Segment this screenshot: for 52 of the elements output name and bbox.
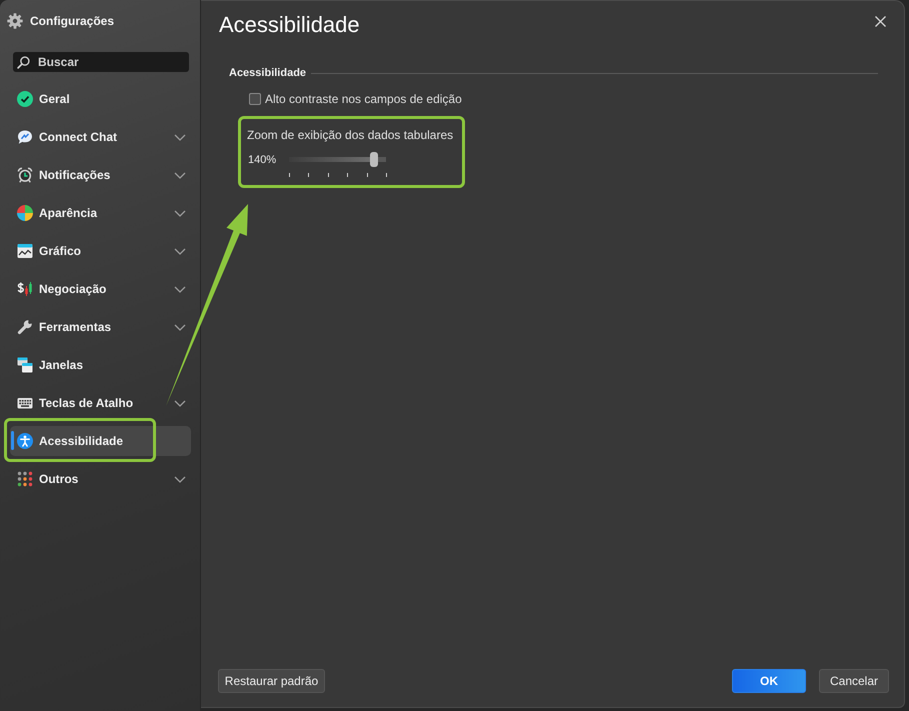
restore-defaults-button[interactable]: Restaurar padrão bbox=[218, 669, 325, 693]
chevron-down-icon[interactable] bbox=[174, 286, 186, 292]
cancel-button[interactable]: Cancelar bbox=[819, 669, 889, 693]
chevron-down-icon[interactable] bbox=[174, 210, 186, 216]
accessibility-icon bbox=[17, 433, 33, 449]
settings-icon bbox=[7, 13, 23, 29]
selection-indicator bbox=[11, 431, 14, 450]
sidebar-item[interactable]: Gráfico bbox=[10, 236, 191, 266]
pie-icon bbox=[17, 205, 33, 221]
slider-label: Zoom de exibição dos dados tabulares bbox=[247, 128, 454, 142]
sidebar-item[interactable]: Aparência bbox=[10, 198, 191, 228]
chevron-down-icon[interactable] bbox=[174, 248, 186, 254]
slider-thumb[interactable] bbox=[370, 152, 378, 167]
chat-bubble-icon bbox=[17, 129, 33, 145]
chevron-down-icon[interactable] bbox=[174, 324, 186, 330]
page-title: Acessibilidade bbox=[219, 11, 360, 39]
ok-button[interactable]: OK bbox=[732, 669, 806, 693]
dots-grid-icon bbox=[17, 471, 33, 487]
keyboard-icon bbox=[17, 395, 33, 411]
section-title: Acessibilidade bbox=[229, 67, 306, 79]
sidebar-item[interactable]: Negociação bbox=[10, 274, 191, 304]
sidebar-item[interactable]: Acessibilidade bbox=[10, 426, 191, 456]
sidebar-item[interactable]: Geral bbox=[10, 84, 191, 114]
sidebar-title: Configurações bbox=[30, 14, 114, 28]
sidebar-item[interactable]: Janelas bbox=[10, 350, 191, 380]
dollar-candles-icon bbox=[17, 281, 33, 297]
checkbox-label: Alto contraste nos campos de edição bbox=[265, 92, 462, 106]
tick-mark bbox=[366, 173, 368, 177]
search-icon bbox=[17, 56, 30, 69]
tick-mark bbox=[328, 173, 329, 177]
wrench-icon bbox=[17, 319, 33, 335]
zoom-value: 140% bbox=[248, 154, 278, 166]
tick-mark bbox=[347, 173, 348, 177]
sidebar-item[interactable]: Teclas de Atalho bbox=[10, 388, 191, 418]
chevron-down-icon[interactable] bbox=[174, 400, 186, 406]
line-chart-icon bbox=[17, 243, 33, 259]
search-field[interactable]: Buscar bbox=[13, 52, 189, 72]
sidebar-item[interactable]: Ferramentas bbox=[10, 312, 191, 342]
check-circle-icon bbox=[17, 91, 33, 107]
chevron-down-icon[interactable] bbox=[174, 172, 186, 178]
sidebar-item[interactable]: Outros bbox=[10, 464, 191, 494]
close-icon[interactable] bbox=[875, 16, 886, 27]
tick-mark bbox=[386, 173, 387, 177]
windows-icon bbox=[17, 357, 33, 373]
chevron-down-icon[interactable] bbox=[174, 476, 186, 482]
checkbox[interactable] bbox=[249, 93, 261, 105]
chevron-down-icon[interactable] bbox=[174, 134, 186, 140]
sidebar-item[interactable]: Connect Chat bbox=[10, 122, 191, 152]
alarm-clock-icon bbox=[17, 167, 33, 183]
tick-mark bbox=[308, 173, 310, 177]
sidebar-item[interactable]: Notificações bbox=[10, 160, 191, 190]
tick-mark bbox=[289, 173, 290, 177]
